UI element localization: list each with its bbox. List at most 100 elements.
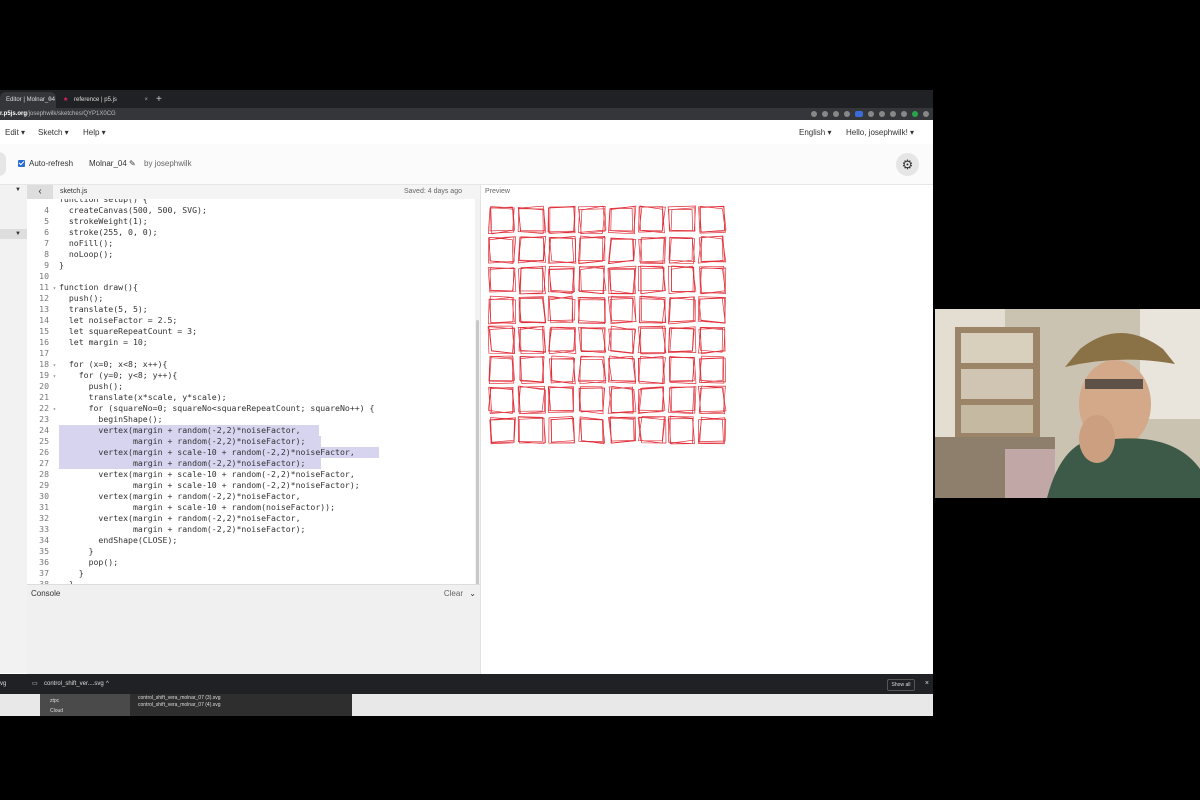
extension-icon[interactable] [879, 111, 885, 117]
puzzle-icon[interactable] [901, 111, 907, 117]
code-line[interactable]: 21 translate(x*scale, y*scale); [27, 392, 475, 403]
jittered-square [548, 326, 576, 352]
editor-scrollbar-thumb[interactable] [476, 320, 479, 590]
code-line[interactable]: 27 margin + random(-2,2)*noiseFactor); [27, 458, 475, 469]
code-line[interactable]: 11 ▾ function draw(){ [27, 282, 475, 293]
menu-edit[interactable]: Edit ▾ [5, 121, 25, 144]
finder-item[interactable]: ztpc [50, 698, 59, 705]
code-line[interactable]: 14 let noiseFactor = 2.5; [27, 315, 475, 326]
pane-divider[interactable] [480, 185, 481, 716]
code-line[interactable]: 29 margin + scale-10 + random(-2,2)*nois… [27, 480, 475, 491]
finder-file[interactable]: control_shift_vera_molnar_07 (3).svg [138, 695, 221, 702]
code-line[interactable]: 32 vertex(margin + random(-2,2)*noiseFac… [27, 513, 475, 524]
code-line[interactable]: 15 let squareRepeatCount = 3; [27, 326, 475, 337]
language-selector[interactable]: English ▾ [799, 121, 831, 144]
download-file-label[interactable]: control_shift_ver....svg [44, 674, 104, 694]
code-line[interactable]: 12 push(); [27, 293, 475, 304]
console-clear-button[interactable]: Clear [444, 585, 463, 603]
search-icon[interactable] [822, 111, 828, 117]
tab-editor[interactable]: Editor | Molnar_04 × [0, 92, 56, 108]
gear-icon[interactable]: ⚙ [896, 153, 919, 176]
code-line[interactable]: 7 noFill(); [27, 238, 475, 249]
code-line[interactable]: 19 ▾ for (y=0; y<8; y++){ [27, 370, 475, 381]
jittered-square [668, 207, 696, 232]
code-line[interactable]: 35 } [27, 546, 475, 557]
code-line[interactable]: 13 translate(5, 5); [27, 304, 475, 315]
code-line[interactable]: 37 } [27, 568, 475, 579]
console-chevron-down-icon[interactable]: ⌄ [469, 585, 476, 603]
jittered-square [519, 236, 546, 262]
sidebar-chevron-down-icon[interactable]: ▼ [15, 187, 21, 193]
finder-file[interactable]: control_shift_vera_molnar_07 (4).svg [138, 702, 221, 709]
jittered-square [609, 268, 636, 294]
jittered-square [671, 386, 697, 414]
jittered-square [488, 325, 515, 354]
menu-help[interactable]: Help ▾ [83, 121, 106, 144]
code-line[interactable]: 25 margin + random(-2,2)*noiseFactor); [27, 436, 475, 447]
jittered-square [547, 205, 576, 233]
tab-close-icon[interactable]: × [144, 92, 148, 108]
jittered-square [610, 208, 633, 232]
collapse-sidebar-button[interactable]: ‹ [27, 185, 53, 199]
line-number: 37 [39, 568, 49, 578]
address-bar[interactable]: r.p5js.org/josephwilk/sketches/QYP1X0CG [0, 108, 933, 120]
kebab-menu-icon[interactable] [923, 111, 929, 117]
code-line[interactable]: 10 [27, 271, 475, 282]
tab-reference[interactable]: ★ reference | p5.js × [60, 92, 152, 108]
code-line[interactable]: 22 ▾ for (squareNo=0; squareNo<squareRep… [27, 403, 475, 414]
line-number: 31 [39, 502, 49, 512]
code-line[interactable]: 16 let margin = 10; [27, 337, 475, 348]
show-all-downloads-button[interactable]: Show all [887, 679, 915, 691]
jittered-square [548, 386, 574, 412]
file-options-chevron-icon[interactable]: ▼ [15, 231, 21, 237]
auto-refresh-checkbox[interactable] [18, 160, 25, 167]
download-chevron-icon[interactable]: ^ [106, 674, 109, 694]
code-line[interactable]: 20 push(); [27, 381, 475, 392]
bookmark-star-icon[interactable] [844, 111, 850, 117]
zoom-icon[interactable] [833, 111, 839, 117]
code-line[interactable]: 23 beginShape(); [27, 414, 475, 425]
code-line[interactable]: 6 stroke(255, 0, 0); [27, 227, 475, 238]
url-text: r.p5js.org/josephwilk/sketches/QYP1X0CG [0, 108, 116, 120]
stop-button[interactable] [0, 152, 6, 176]
extension-icon[interactable] [868, 111, 874, 117]
code-line[interactable]: 36 pop(); [27, 557, 475, 568]
extension-icon[interactable] [855, 111, 863, 117]
downloads-close-icon[interactable]: × [925, 674, 929, 694]
user-menu[interactable]: Hello, josephwilk! ▾ [846, 121, 914, 144]
line-number: 21 [39, 392, 49, 402]
new-tab-button[interactable]: + [156, 92, 162, 108]
code-line[interactable]: 4 createCanvas(500, 500, SVG); [27, 205, 475, 216]
jittered-square [608, 238, 635, 263]
code-line[interactable]: 33 margin + random(-2,2)*noiseFactor); [27, 524, 475, 535]
profile-avatar-icon[interactable] [912, 111, 918, 117]
tab-close-icon[interactable]: × [48, 92, 52, 108]
back-icon[interactable] [811, 111, 817, 117]
jittered-square [608, 386, 634, 414]
code-line[interactable]: 5 strokeWeight(1); [27, 216, 475, 227]
previous-download[interactable]: vg [0, 674, 6, 694]
menu-sketch[interactable]: Sketch ▾ [38, 121, 69, 144]
code-line[interactable]: 18 ▾ for (x=0; x<8; x++){ [27, 359, 475, 370]
code-line[interactable]: 34 endShape(CLOSE); [27, 535, 475, 546]
sketch-name[interactable]: Molnar_04 ✎ [89, 144, 136, 184]
code-line[interactable]: 26 vertex(margin + scale-10 + random(-2,… [27, 447, 475, 458]
code-line[interactable]: 24 vertex(margin + random(-2,2)*noiseFac… [27, 425, 475, 436]
jittered-square [640, 265, 665, 295]
jittered-square [490, 206, 515, 235]
line-number: 27 [39, 458, 49, 468]
jittered-square [517, 385, 545, 415]
code-text: } [59, 568, 84, 578]
code-line[interactable]: 8 noLoop(); [27, 249, 475, 260]
code-line[interactable]: 9} [27, 260, 475, 271]
extension-icon[interactable] [890, 111, 896, 117]
line-number: 30 [39, 491, 49, 501]
sidebar-selected-file[interactable] [0, 229, 27, 239]
molnar-square-grid [487, 205, 727, 445]
finder-item[interactable]: Cloud [50, 708, 63, 715]
jittered-square [698, 297, 726, 324]
code-line[interactable]: 17 [27, 348, 475, 359]
code-line[interactable]: 28 vertex(margin + scale-10 + random(-2,… [27, 469, 475, 480]
code-line[interactable]: 31 margin + scale-10 + random(noiseFacto… [27, 502, 475, 513]
code-line[interactable]: 30 vertex(margin + random(-2,2)*noiseFac… [27, 491, 475, 502]
